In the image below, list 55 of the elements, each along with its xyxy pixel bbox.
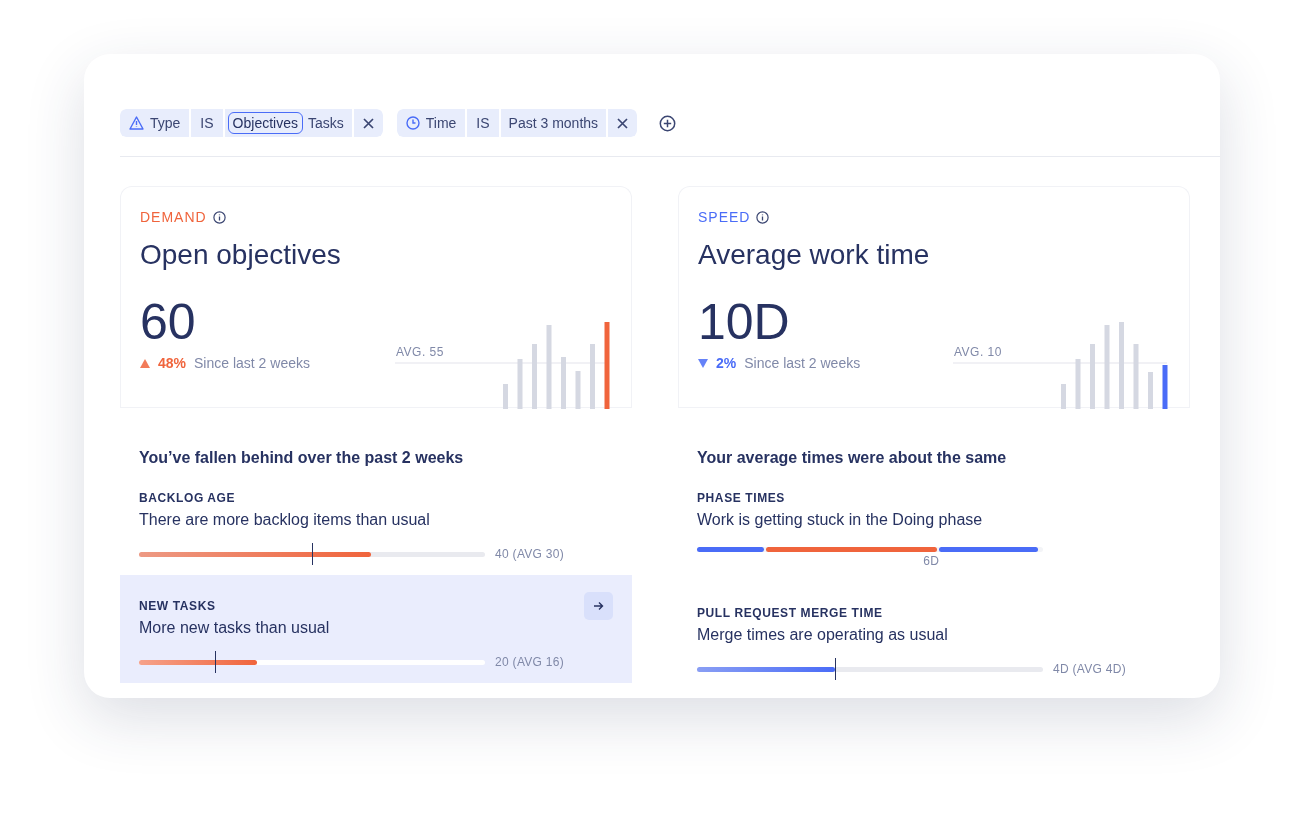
spark-bar bbox=[517, 359, 523, 409]
filter-operator[interactable]: IS bbox=[191, 109, 223, 137]
card-title: Open objectives bbox=[140, 239, 342, 271]
info-icon[interactable] bbox=[756, 210, 770, 224]
average-label: AVG. 55 bbox=[396, 345, 444, 359]
metric-value: 10D bbox=[698, 297, 791, 347]
close-icon[interactable] bbox=[353, 109, 383, 137]
down-triangle-icon bbox=[698, 358, 708, 368]
spark-bar bbox=[1090, 344, 1095, 409]
spark-bar bbox=[532, 344, 537, 409]
add-filter-icon[interactable] bbox=[659, 114, 677, 132]
metric-description: There are more backlog items than usual bbox=[139, 511, 431, 529]
metric-value: 60 bbox=[140, 297, 197, 347]
spark-bar bbox=[1061, 384, 1066, 409]
category-label: DEMAND bbox=[140, 209, 207, 225]
phase-reading: 6D bbox=[923, 554, 940, 568]
metric-reading: 20 (AVG 16) bbox=[495, 655, 565, 669]
metric-description: Merge times are operating as usual bbox=[697, 626, 949, 644]
filter-value[interactable]: Objectives bbox=[227, 112, 303, 134]
insight-headline: Your average times were about the same bbox=[696, 448, 1008, 467]
warning-icon bbox=[129, 116, 144, 130]
average-label: AVG. 10 bbox=[954, 345, 1002, 359]
spark-bar bbox=[1075, 359, 1081, 409]
metric-label: PULL REQUEST MERGE TIME bbox=[697, 606, 883, 620]
metric-reading: 4D (AVG 4D) bbox=[1053, 662, 1127, 676]
card-title: Average work time bbox=[698, 239, 931, 271]
spark-bar bbox=[1162, 365, 1168, 409]
trend-caption: Since last 2 weeks bbox=[194, 355, 310, 371]
trend-percent: 2% bbox=[716, 355, 737, 371]
arrow-icon bbox=[593, 601, 604, 611]
arrow-button[interactable] bbox=[584, 592, 613, 620]
metric-description: More new tasks than usual bbox=[139, 619, 331, 637]
metric-label: BACKLOG AGE bbox=[139, 491, 236, 505]
metric-label: PHASE TIMES bbox=[697, 491, 785, 505]
filter-value[interactable]: Tasks bbox=[302, 112, 349, 134]
close-icon[interactable] bbox=[608, 109, 638, 137]
filter-field[interactable]: Type bbox=[120, 109, 190, 137]
insight-headline: You’ve fallen behind over the past 2 weeks bbox=[138, 448, 465, 467]
spark-bar bbox=[503, 384, 508, 409]
clock-icon bbox=[405, 116, 420, 130]
filter-field[interactable]: Time bbox=[396, 109, 466, 137]
spark-bar bbox=[590, 344, 595, 409]
trend-caption: Since last 2 weeks bbox=[744, 355, 861, 371]
metric-description: Work is getting stuck in the Doing phase bbox=[697, 511, 984, 529]
spark-bar bbox=[1148, 372, 1153, 409]
spark-bar bbox=[1133, 344, 1139, 409]
info-icon[interactable] bbox=[212, 210, 226, 224]
category-label: SPEED bbox=[698, 209, 751, 225]
spark-bar bbox=[575, 371, 581, 409]
spark-bar bbox=[561, 357, 566, 409]
trend-percent: 48% bbox=[158, 355, 187, 371]
metric-label: NEW TASKS bbox=[139, 599, 216, 613]
metric-reading: 40 (AVG 30) bbox=[495, 547, 565, 561]
up-triangle-icon bbox=[140, 358, 150, 368]
filter-operator[interactable]: IS bbox=[467, 109, 499, 137]
